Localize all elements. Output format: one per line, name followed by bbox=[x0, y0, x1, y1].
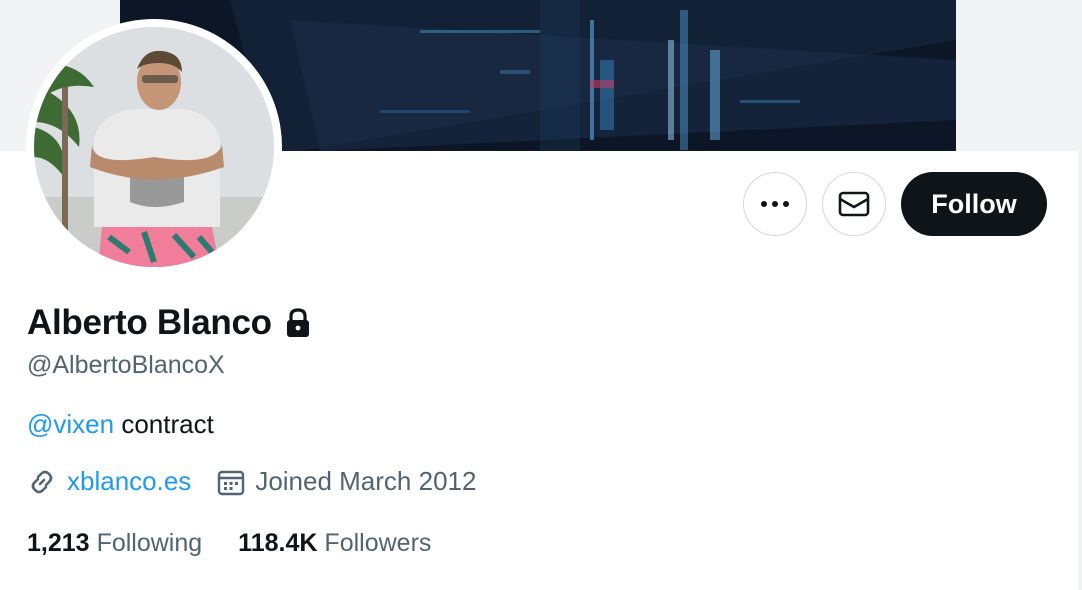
more-dots-icon bbox=[760, 200, 790, 208]
profile-name-row: Alberto Blanco bbox=[27, 303, 311, 343]
followers-count: 118.4K bbox=[238, 529, 318, 557]
following-label: Following bbox=[96, 529, 203, 557]
follow-button[interactable]: Follow bbox=[901, 172, 1047, 236]
profile-meta: xblanco.es Joined March 2012 bbox=[27, 466, 476, 497]
following-count: 1,213 bbox=[27, 529, 90, 557]
following-stat[interactable]: 1,213 Following bbox=[27, 529, 202, 558]
scrollbar-track[interactable] bbox=[1078, 0, 1082, 590]
followers-stat[interactable]: 118.4K Followers bbox=[238, 529, 431, 558]
display-name: Alberto Blanco bbox=[27, 303, 272, 342]
profile-bio: @vixen contract bbox=[27, 409, 214, 440]
envelope-icon bbox=[838, 191, 870, 217]
message-button[interactable] bbox=[822, 172, 886, 236]
calendar-icon bbox=[217, 468, 245, 496]
lock-icon bbox=[285, 308, 311, 338]
profile-handle: @AlbertoBlancoX bbox=[27, 351, 225, 379]
profile-stats: 1,213 Following 118.4K Followers bbox=[27, 529, 431, 558]
link-icon bbox=[27, 467, 57, 497]
website-link[interactable]: xblanco.es bbox=[67, 466, 191, 497]
joined-date: Joined March 2012 bbox=[255, 466, 477, 496]
avatar[interactable] bbox=[34, 27, 274, 267]
followers-label: Followers bbox=[324, 529, 432, 557]
more-options-button[interactable] bbox=[743, 172, 807, 236]
bio-mention-link[interactable]: @vixen bbox=[27, 409, 114, 439]
bio-text: contract bbox=[114, 409, 214, 439]
